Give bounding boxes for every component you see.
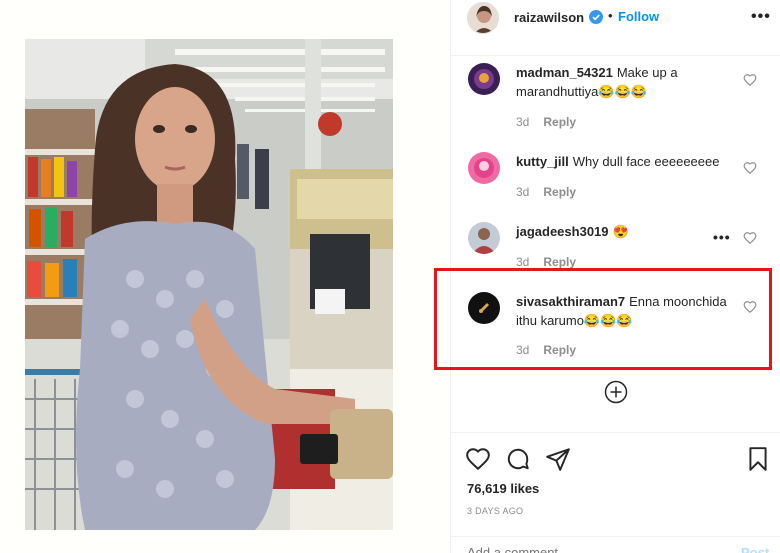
- comment-time: 3d: [516, 185, 530, 199]
- commenter-avatar[interactable]: [468, 292, 500, 324]
- commenter-avatar[interactable]: [468, 63, 500, 95]
- author-username[interactable]: raizawilson: [514, 10, 584, 25]
- save-bookmark-icon[interactable]: [745, 446, 771, 472]
- post-timestamp: 3 DAYS AGO: [467, 506, 524, 516]
- like-comment-heart-icon[interactable]: [743, 231, 757, 245]
- reply-button[interactable]: Reply: [543, 255, 576, 269]
- like-count[interactable]: 76,619 likes: [467, 481, 539, 496]
- comments-sidebar: raizawilson • Follow ••• madman_54321 Mak…: [450, 0, 780, 553]
- like-heart-icon[interactable]: [465, 446, 491, 472]
- reply-button[interactable]: Reply: [543, 115, 576, 129]
- post-options-icon[interactable]: •••: [751, 8, 771, 26]
- like-comment-heart-icon[interactable]: [743, 300, 757, 314]
- comment-options-icon[interactable]: •••: [713, 229, 731, 245]
- like-comment-heart-icon[interactable]: [743, 161, 757, 175]
- author-avatar[interactable]: [467, 2, 499, 34]
- comment-text: madman_54321 Make up a marandhuttiya😂😂😂: [516, 63, 736, 101]
- follow-button[interactable]: Follow: [618, 9, 659, 24]
- post-comment-button[interactable]: Post: [741, 545, 769, 553]
- comment-username[interactable]: madman_54321: [516, 65, 613, 80]
- load-more-comments-icon[interactable]: [604, 380, 628, 404]
- add-comment-input[interactable]: [467, 545, 707, 553]
- reply-button[interactable]: Reply: [543, 343, 576, 357]
- comment-time: 3d: [516, 115, 530, 129]
- comment-username[interactable]: sivasakthiraman7: [516, 294, 625, 309]
- add-comment-bar: Post: [451, 536, 780, 553]
- comment-time: 3d: [516, 255, 530, 269]
- separator-dot: •: [608, 8, 613, 23]
- comment-body: 😍: [612, 224, 629, 239]
- comment-meta: 3d Reply: [516, 343, 576, 357]
- comment-text: sivasakthiraman7 Enna moonchida ithu karu…: [516, 292, 736, 330]
- comment-bubble-icon[interactable]: [505, 446, 531, 472]
- comment-username[interactable]: kutty_jill: [516, 154, 569, 169]
- comment-meta: 3d Reply: [516, 115, 576, 129]
- post-actions: 76,619 likes 3 DAYS AGO Post: [451, 432, 780, 553]
- comment-body: Why dull face eeeeeeeee: [572, 154, 720, 169]
- commenter-avatar[interactable]: [468, 152, 500, 184]
- photo-pane: [0, 0, 450, 553]
- like-comment-heart-icon[interactable]: [743, 73, 757, 87]
- verified-badge-icon: [589, 10, 603, 24]
- post-photo-image: [25, 39, 393, 530]
- comment-time: 3d: [516, 343, 530, 357]
- post-header: raizawilson • Follow •••: [451, 0, 780, 56]
- comment-text: kutty_jill Why dull face eeeeeeeee: [516, 152, 736, 171]
- share-paper-plane-icon[interactable]: [545, 446, 571, 472]
- commenter-avatar[interactable]: [468, 222, 500, 254]
- comment-username[interactable]: jagadeesh3019: [516, 224, 609, 239]
- post-photo[interactable]: [25, 39, 393, 530]
- reply-button[interactable]: Reply: [543, 185, 576, 199]
- comment-meta: 3d Reply: [516, 185, 576, 199]
- comment-text: jagadeesh3019 😍: [516, 222, 736, 241]
- comment-meta: 3d Reply: [516, 255, 576, 269]
